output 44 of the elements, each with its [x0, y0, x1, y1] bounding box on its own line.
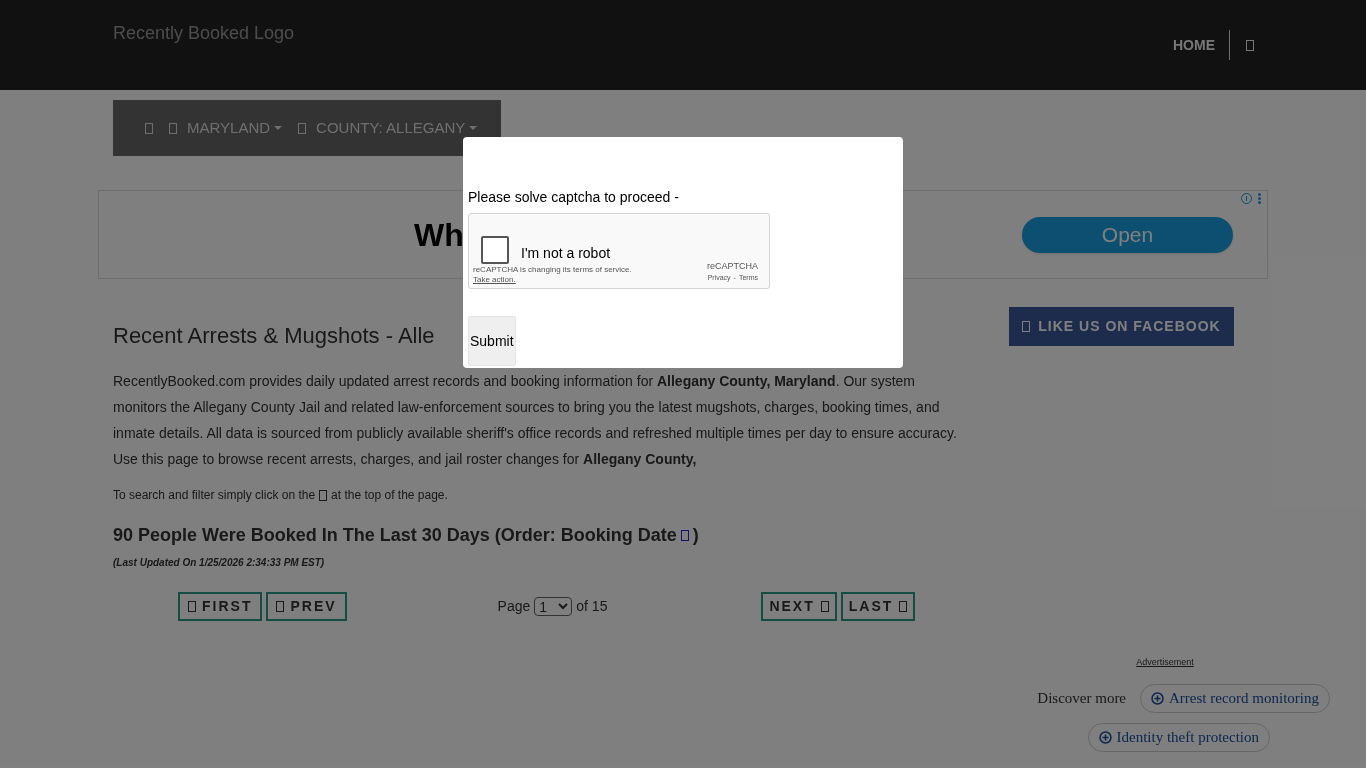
last-button[interactable]: LAST	[840, 592, 916, 621]
box-icon	[169, 122, 177, 134]
plus-circle-icon	[1151, 691, 1165, 705]
discover-label: Discover more	[1037, 688, 1127, 708]
caret-icon	[274, 126, 283, 130]
captcha-prompt: Please solve captcha to proceed -	[468, 188, 680, 207]
facebook-like-button[interactable]: LIKE US ON FACEBOOK	[1009, 307, 1234, 346]
page-select[interactable]: 1	[534, 597, 573, 616]
page-total: of 15	[576, 597, 608, 616]
robot-checkbox[interactable]	[481, 236, 509, 264]
count-heading-end: )	[692, 524, 699, 547]
plus-circle-icon	[1098, 730, 1112, 744]
prev-button[interactable]: PREV	[266, 592, 347, 621]
box-icon	[188, 601, 196, 612]
box-icon	[298, 122, 307, 134]
next-button[interactable]: NEXT	[761, 592, 837, 621]
box-icon	[1246, 39, 1254, 51]
ad-headline: Wh	[414, 215, 464, 255]
caret-icon	[469, 126, 478, 130]
intro-paragraph: RecentlyBooked.com provides daily updated arrest records and booking information for Allegany County, Maryland. Our system monitors the Allegany County Jail and related law-enforcement sources to bring you the latest mugshots, charges, booking times, and inmate details. All data is sourced from publicly available sheriff's office records and refreshed multiple times per day to ensure accuracy. Use this page to browse recent arrests, charges, and jail roster changes for Allegany County,	[113, 372, 958, 469]
first-button[interactable]: FIRST	[178, 592, 263, 621]
open-button[interactable]: Open	[1022, 216, 1233, 253]
count-heading: 90 People Were Booked In The Last 30 Days (Order: Booking Date	[113, 524, 677, 547]
submit-button[interactable]: Submit	[468, 316, 516, 366]
box-icon	[319, 489, 328, 501]
box-icon	[276, 601, 285, 612]
logo-image-alt[interactable]: Recently Booked Logo	[113, 20, 295, 47]
box-icon	[899, 601, 908, 612]
box-icon	[680, 530, 689, 541]
search-hint: at the top of the page.	[331, 487, 448, 504]
advertisement-label[interactable]: Advertisement	[1136, 656, 1194, 670]
terms-notice: reCAPTCHA is changing its terms of service.	[473, 264, 632, 276]
recaptcha-brand: reCAPTCHA	[707, 260, 758, 273]
take-action-link[interactable]: Take action.	[473, 274, 516, 286]
box-icon	[145, 122, 153, 134]
more-icon[interactable]	[1258, 193, 1261, 204]
page-title: Recent Arrests & Mugshots - Alle	[113, 322, 435, 350]
box-icon	[1022, 321, 1031, 332]
robot-label: I'm not a robot	[521, 244, 611, 263]
box-icon	[820, 601, 829, 612]
last-updated: (Last Updated On 1/25/2026 2:34:33 PM EST)	[113, 556, 326, 570]
page-label: Page	[497, 597, 531, 616]
nav-link[interactable]: HOME	[1173, 30, 1230, 60]
search-hint: To search and filter simply click on the	[113, 487, 316, 504]
